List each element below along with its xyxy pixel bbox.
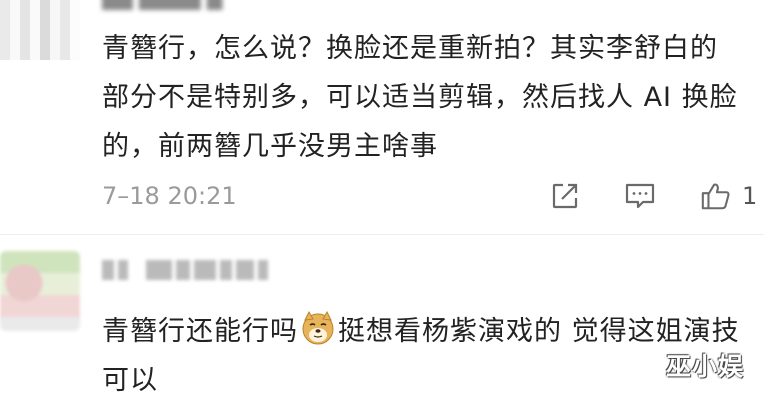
divider: [0, 234, 764, 235]
reply-icon[interactable]: [624, 180, 656, 212]
comment-text-part1: 青簪行还能行吗: [102, 316, 298, 347]
watermark: 巫小娱: [666, 352, 745, 381]
doge-emoji-icon: [302, 310, 334, 345]
share-icon[interactable]: [549, 180, 581, 212]
thumbs-up-icon[interactable]: [700, 180, 732, 212]
comment-username-blurred[interactable]: [102, 258, 302, 282]
avatar[interactable]: [0, 0, 80, 60]
like-count: 1: [742, 182, 758, 210]
comment-timestamp: 7–18 20:21: [102, 182, 237, 210]
comment-text: 青簪行，怎么说？换脸还是重新拍？其实李舒白的部分不是特别多，可以适当剪辑，然后找…: [102, 33, 738, 162]
comment-text: 青簪行还能行吗 挺想看杨紫演戏的 觉得这姐演技可以: [102, 307, 742, 401]
comment-username[interactable]: ██ ████ █: [102, 0, 272, 10]
avatar[interactable]: [0, 251, 80, 331]
comment-feed: ██ ████ █ 青簪行，怎么说？换脸还是重新拍？其实李舒白的部分不是特别多，…: [0, 0, 764, 401]
